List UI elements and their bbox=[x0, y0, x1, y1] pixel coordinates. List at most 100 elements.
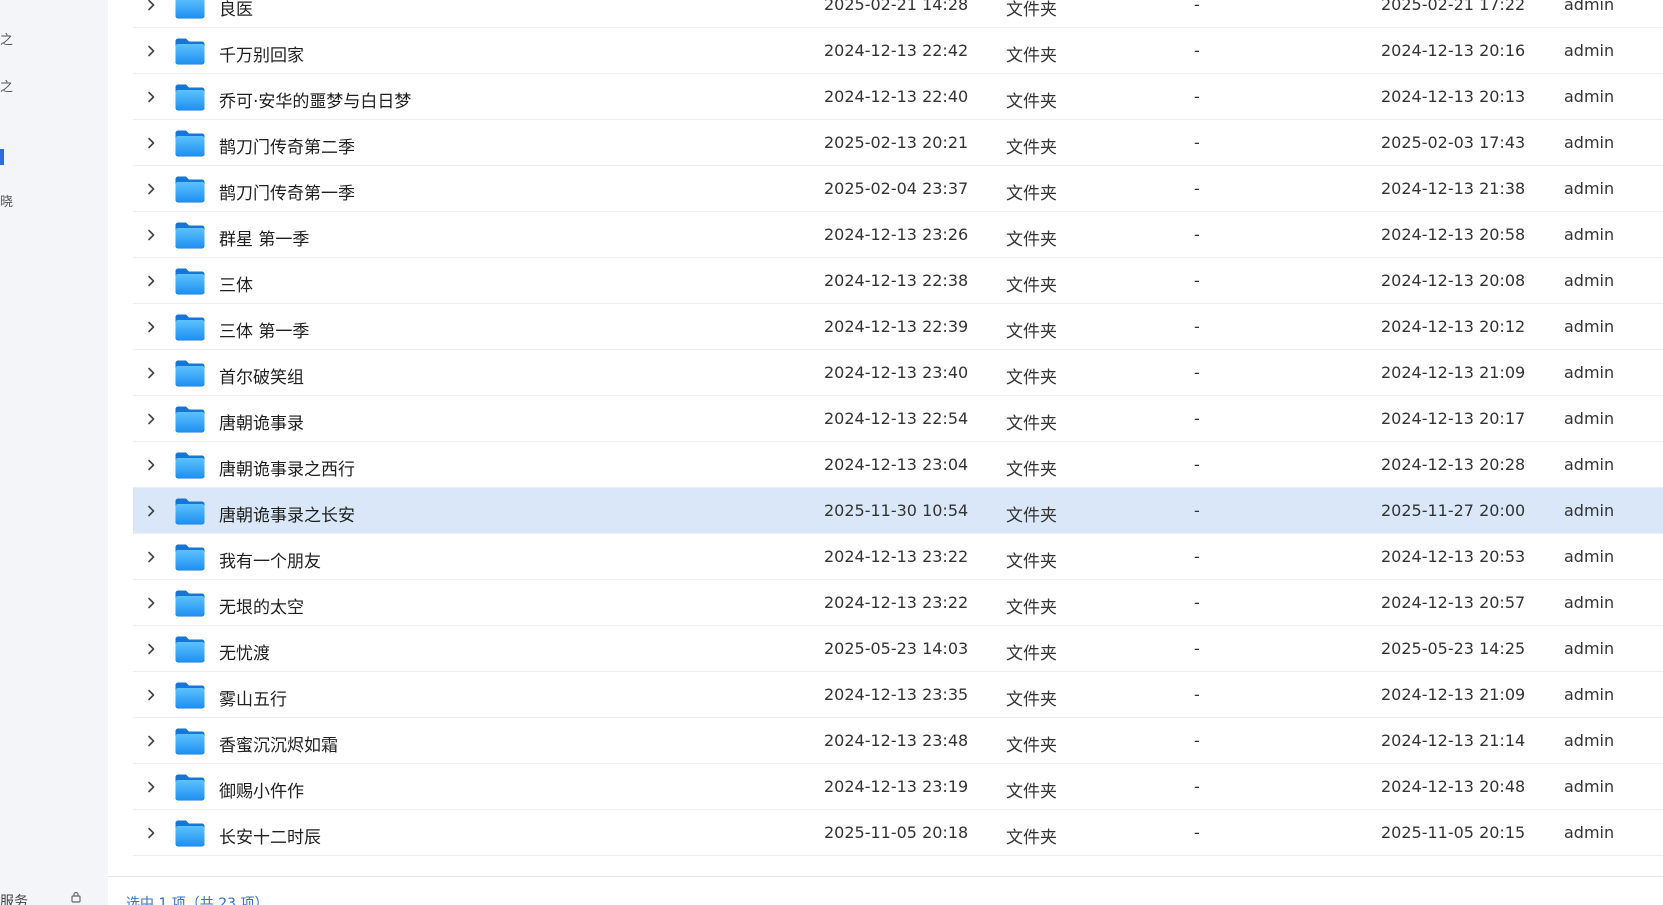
owner-name: admin bbox=[1564, 501, 1615, 520]
table-row[interactable]: 御赐小仵作 2024-12-13 23:19 文件夹 - 2024-12-13 20:4… bbox=[133, 764, 1663, 810]
file-type: 文件夹 bbox=[1006, 230, 1057, 250]
folder-icon bbox=[175, 0, 205, 19]
created-time: 2024-12-13 20:28 bbox=[1381, 455, 1526, 474]
table-row[interactable]: 雾山五行 2024-12-13 23:35 文件夹 - 2024-12-13 21:09… bbox=[133, 672, 1663, 718]
sidebar-bottom-label[interactable]: 服务 bbox=[0, 891, 28, 905]
owner-name: admin bbox=[1564, 455, 1615, 474]
file-type: 文件夹 bbox=[1006, 644, 1057, 664]
table-row[interactable]: 首尔破笑组 2024-12-13 23:40 文件夹 - 2024-12-13 21:0… bbox=[133, 350, 1663, 396]
sidebar: 之 之 晓 服务 bbox=[0, 0, 108, 905]
file-name: 乔可·安华的噩梦与白日梦 bbox=[219, 92, 412, 112]
file-size: - bbox=[1194, 685, 1200, 704]
file-name: 无垠的太空 bbox=[219, 598, 304, 618]
file-name: 唐朝诡事录 bbox=[219, 414, 304, 434]
table-row[interactable]: 乔可·安华的噩梦与白日梦 2024-12-13 22:40 文件夹 - 2024-12-… bbox=[133, 74, 1663, 120]
modified-time: 2025-11-30 10:54 bbox=[824, 501, 969, 520]
file-name: 无忧渡 bbox=[219, 644, 270, 664]
chevron-right-icon[interactable] bbox=[143, 779, 159, 795]
table-row[interactable]: 长安十二时辰 2025-11-05 20:18 文件夹 - 2025-11-05 20:… bbox=[133, 810, 1663, 856]
table-row[interactable]: 鹊刀门传奇第一季 2025-02-04 23:37 文件夹 - 2024-12-13 2… bbox=[133, 166, 1663, 212]
sidebar-item-label[interactable]: 晓 bbox=[0, 195, 13, 211]
chevron-right-icon[interactable] bbox=[143, 181, 159, 197]
owner-name: admin bbox=[1564, 685, 1615, 704]
created-time: 2024-12-13 21:09 bbox=[1381, 685, 1526, 704]
created-time: 2024-12-13 21:14 bbox=[1381, 731, 1526, 750]
table-row[interactable]: 鹊刀门传奇第二季 2025-02-13 20:21 文件夹 - 2025-02-03 1… bbox=[133, 120, 1663, 166]
table-row[interactable]: 唐朝诡事录之西行 2024-12-13 23:04 文件夹 - 2024-12-13 2… bbox=[133, 442, 1663, 488]
file-type: 文件夹 bbox=[1006, 598, 1057, 618]
file-size: - bbox=[1194, 593, 1200, 612]
file-type: 文件夹 bbox=[1006, 184, 1057, 204]
table-row[interactable]: 香蜜沉沉烬如霜 2024-12-13 23:48 文件夹 - 2024-12-13 21… bbox=[133, 718, 1663, 764]
modified-time: 2024-12-13 23:22 bbox=[824, 593, 969, 612]
modified-time: 2024-12-13 23:04 bbox=[824, 455, 969, 474]
chevron-right-icon[interactable] bbox=[143, 227, 159, 243]
folder-icon bbox=[175, 728, 205, 755]
file-size: - bbox=[1194, 179, 1200, 198]
chevron-right-icon[interactable] bbox=[143, 0, 159, 13]
table-row[interactable]: 无忧渡 2025-05-23 14:03 文件夹 - 2025-05-23 14:25 a… bbox=[133, 626, 1663, 672]
modified-time: 2024-12-13 23:26 bbox=[824, 225, 969, 244]
owner-name: admin bbox=[1564, 271, 1615, 290]
table-row[interactable]: 良医 2025-02-21 14:28 文件夹 - 2025-02-21 17:22 ad… bbox=[133, 0, 1663, 28]
chevron-right-icon[interactable] bbox=[143, 503, 159, 519]
modified-time: 2024-12-13 23:19 bbox=[824, 777, 969, 796]
file-size: - bbox=[1194, 271, 1200, 290]
table-row[interactable]: 我有一个朋友 2024-12-13 23:22 文件夹 - 2024-12-13 20:… bbox=[133, 534, 1663, 580]
modified-time: 2024-12-13 23:40 bbox=[824, 363, 969, 382]
table-row[interactable]: 三体 第一季 2024-12-13 22:39 文件夹 - 2024-12-13 20:… bbox=[133, 304, 1663, 350]
chevron-right-icon[interactable] bbox=[143, 411, 159, 427]
file-size: - bbox=[1194, 639, 1200, 658]
modified-time: 2024-12-13 22:42 bbox=[824, 41, 969, 60]
chevron-right-icon[interactable] bbox=[143, 595, 159, 611]
modified-time: 2024-12-13 23:35 bbox=[824, 685, 969, 704]
folder-icon bbox=[175, 268, 205, 295]
file-name: 群星 第一季 bbox=[219, 230, 310, 250]
file-size: - bbox=[1194, 547, 1200, 566]
file-size: - bbox=[1194, 823, 1200, 842]
modified-time: 2025-02-13 20:21 bbox=[824, 133, 969, 152]
chevron-right-icon[interactable] bbox=[143, 549, 159, 565]
folder-icon bbox=[175, 498, 205, 525]
modified-time: 2025-11-05 20:18 bbox=[824, 823, 969, 842]
modified-time: 2025-02-21 14:28 bbox=[824, 0, 969, 14]
table-row[interactable]: 群星 第一季 2024-12-13 23:26 文件夹 - 2024-12-13 20:… bbox=[133, 212, 1663, 258]
file-type: 文件夹 bbox=[1006, 506, 1057, 526]
file-size: - bbox=[1194, 731, 1200, 750]
table-row[interactable]: 千万别回家 2024-12-13 22:42 文件夹 - 2024-12-13 20:1… bbox=[133, 28, 1663, 74]
sidebar-item-label[interactable]: 之 bbox=[0, 80, 13, 96]
file-size: - bbox=[1194, 363, 1200, 382]
file-size: - bbox=[1194, 409, 1200, 428]
file-size: - bbox=[1194, 777, 1200, 796]
table-row[interactable]: 三体 2024-12-13 22:38 文件夹 - 2024-12-13 20:08 ad… bbox=[133, 258, 1663, 304]
folder-icon bbox=[175, 176, 205, 203]
file-type: 文件夹 bbox=[1006, 460, 1057, 480]
file-name: 长安十二时辰 bbox=[219, 828, 321, 848]
chevron-right-icon[interactable] bbox=[143, 687, 159, 703]
chevron-right-icon[interactable] bbox=[143, 457, 159, 473]
file-name: 唐朝诡事录之长安 bbox=[219, 506, 355, 526]
file-type: 文件夹 bbox=[1006, 92, 1057, 112]
table-row[interactable]: 唐朝诡事录 2024-12-13 22:54 文件夹 - 2024-12-13 20:1… bbox=[133, 396, 1663, 442]
chevron-right-icon[interactable] bbox=[143, 825, 159, 841]
file-type: 文件夹 bbox=[1006, 828, 1057, 848]
table-row[interactable]: 唐朝诡事录之长安 2025-11-30 10:54 文件夹 - 2025-11-27 2… bbox=[133, 488, 1663, 534]
created-time: 2024-12-13 20:17 bbox=[1381, 409, 1526, 428]
chevron-right-icon[interactable] bbox=[143, 135, 159, 151]
file-size: - bbox=[1194, 225, 1200, 244]
lock-icon[interactable] bbox=[70, 891, 82, 903]
created-time: 2024-12-13 20:12 bbox=[1381, 317, 1526, 336]
chevron-right-icon[interactable] bbox=[143, 365, 159, 381]
owner-name: admin bbox=[1564, 409, 1615, 428]
table-row[interactable]: 无垠的太空 2024-12-13 23:22 文件夹 - 2024-12-13 20:5… bbox=[133, 580, 1663, 626]
sidebar-item-label[interactable]: 之 bbox=[0, 33, 13, 49]
chevron-right-icon[interactable] bbox=[143, 89, 159, 105]
file-name: 香蜜沉沉烬如霜 bbox=[219, 736, 338, 756]
chevron-right-icon[interactable] bbox=[143, 43, 159, 59]
chevron-right-icon[interactable] bbox=[143, 273, 159, 289]
chevron-right-icon[interactable] bbox=[143, 319, 159, 335]
file-size: - bbox=[1194, 501, 1200, 520]
file-type: 文件夹 bbox=[1006, 368, 1057, 388]
chevron-right-icon[interactable] bbox=[143, 733, 159, 749]
chevron-right-icon[interactable] bbox=[143, 641, 159, 657]
